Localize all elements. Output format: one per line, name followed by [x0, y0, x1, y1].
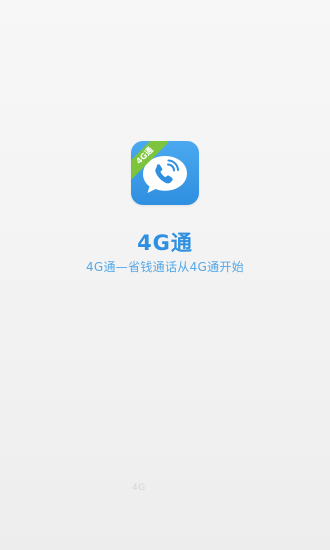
- app-logo-icon: 4G通: [131, 141, 199, 205]
- splash-screen: 4G通 4G通 4G通—省钱通话从4G通开始 4G: [0, 0, 330, 550]
- app-slogan: 4G通—省钱通话从4G通开始: [85, 260, 245, 274]
- app-title: 4G通: [137, 231, 193, 255]
- footer-faint-text: 4G: [132, 483, 146, 493]
